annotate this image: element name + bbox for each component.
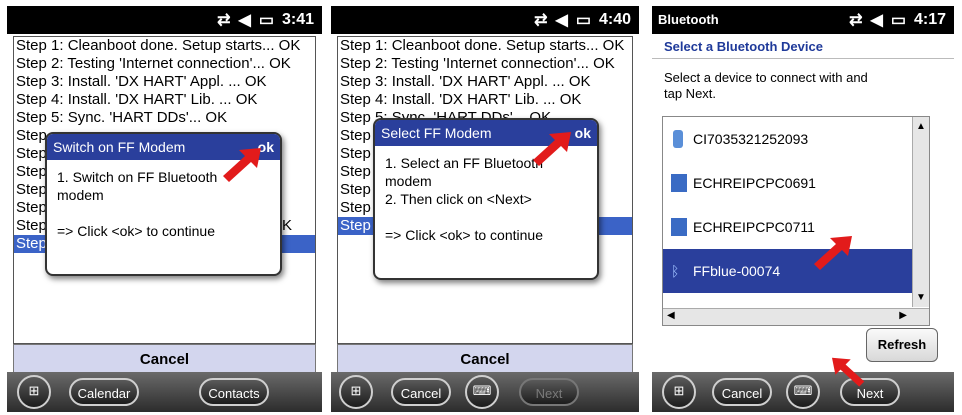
red-arrow-icon (533, 132, 571, 166)
windows-logo-icon: ⊞ (673, 383, 685, 398)
windows-logo-icon: ⊞ (28, 383, 40, 398)
chevron-down-icon: ▼ (916, 292, 926, 303)
log-line: Step 3: Install. 'DX HART' Appl. ... OK (16, 73, 267, 90)
clock: 4:40 (598, 11, 631, 28)
contacts-softkey[interactable]: Contacts (199, 378, 269, 406)
page-title: Select a Bluetooth Device (664, 39, 823, 54)
red-arrow-icon (814, 236, 852, 270)
clock: 3:41 (281, 11, 314, 28)
keyboard-icon: ⌨ (793, 383, 813, 398)
computer-icon (671, 174, 687, 192)
next-softkey[interactable]: Next (519, 378, 579, 406)
taskbar: ⊞ Cancel ⌨ Next (331, 372, 639, 412)
speaker-icon: ◀ (238, 12, 251, 29)
log-line: Step 3: Install. 'DX HART' Appl. ... OK (340, 73, 591, 90)
speaker-icon: ◀ (555, 12, 568, 29)
status-bar: Bluetooth ⇄ ◀ ▭ 4:17 (652, 6, 954, 34)
list-item[interactable]: ECHREIPCPC0691 (663, 161, 929, 205)
red-arrow-icon (832, 357, 865, 387)
connectivity-icon: ⇄ (217, 12, 231, 29)
dialog-title: Select FF Modem (381, 125, 492, 141)
clock: 4:17 (913, 11, 946, 28)
device-list: CI7035321252093 ECHREIPCPC0691 ECHREIPCP… (662, 116, 930, 326)
instructions: Select a device to connect with and tap … (664, 70, 868, 101)
horizontal-scrollbar[interactable]: ◀ ▶ (663, 308, 929, 325)
ok-button[interactable]: ok (575, 120, 591, 146)
list-item[interactable]: ECHREIPCPC0711 (663, 205, 929, 249)
status-bar: ⇄ ◀ ▭ 3:41 (7, 6, 322, 34)
cancel-softkey[interactable]: Cancel (712, 378, 772, 406)
battery-icon: ▭ (575, 12, 591, 29)
speaker-icon: ◀ (870, 12, 883, 29)
chevron-right-icon: ▶ (899, 310, 907, 321)
chevron-up-icon: ▲ (916, 121, 926, 132)
taskbar: ⊞ Calendar Contacts (7, 372, 322, 412)
screen-3: Bluetooth ⇄ ◀ ▭ 4:17 Select a Bluetooth … (652, 6, 954, 412)
red-arrow-icon (223, 148, 261, 182)
keyboard-button[interactable]: ⌨ (465, 375, 499, 409)
taskbar: ⊞ Cancel ⌨ Next (652, 372, 954, 412)
dialog-title: Switch on FF Modem (53, 139, 186, 155)
log-line: Step 4: Install. 'DX HART' Lib. ... OK (340, 91, 582, 108)
log-line: Step 1: Cleanboot done. Setup starts... … (340, 37, 625, 54)
vertical-scrollbar[interactable]: ▲ ▼ (912, 117, 929, 307)
screen-2: ⇄ ◀ ▭ 4:40 Step 1: Cleanboot done. Setup… (331, 6, 639, 412)
list-item[interactable]: CI7035321252093 (663, 117, 929, 161)
connectivity-icon: ⇄ (534, 12, 548, 29)
divider (652, 58, 954, 59)
log-line: Step 1: Cleanboot done. Setup starts... … (16, 37, 301, 54)
keyboard-button[interactable]: ⌨ (786, 375, 820, 409)
status-bar: ⇄ ◀ ▭ 4:40 (331, 6, 639, 34)
keyboard-icon: ⌨ (472, 383, 492, 398)
chevron-left-icon: ◀ (667, 310, 675, 321)
log-line: Step 2: Testing 'Internet connection'...… (340, 55, 615, 72)
calendar-softkey[interactable]: Calendar (69, 378, 139, 406)
windows-logo-icon: ⊞ (350, 383, 362, 398)
computer-icon (671, 218, 687, 236)
cancel-softkey[interactable]: Cancel (391, 378, 451, 406)
phone-icon (673, 130, 683, 148)
refresh-button[interactable]: Refresh (866, 328, 938, 362)
screen-1: ⇄ ◀ ▭ 3:41 Step 1: Cleanboot done. Setup… (7, 6, 322, 412)
log-line: Step 5: Sync. 'HART DDs'... OK (16, 109, 228, 126)
battery-icon: ▭ (890, 12, 906, 29)
log-line: Step 4: Install. 'DX HART' Lib. ... OK (16, 91, 258, 108)
start-button[interactable]: ⊞ (339, 375, 373, 409)
start-button[interactable]: ⊞ (17, 375, 51, 409)
log-tail: K (282, 217, 293, 234)
app-title: Bluetooth (658, 12, 719, 27)
battery-icon: ▭ (258, 12, 274, 29)
start-button[interactable]: ⊞ (662, 375, 696, 409)
connectivity-icon: ⇄ (849, 12, 863, 29)
bluetooth-icon: ᛒ (671, 263, 680, 279)
log-line: Step 2: Testing 'Internet connection'...… (16, 55, 291, 72)
list-item-selected[interactable]: ᛒ FFblue-00074 (663, 249, 929, 293)
